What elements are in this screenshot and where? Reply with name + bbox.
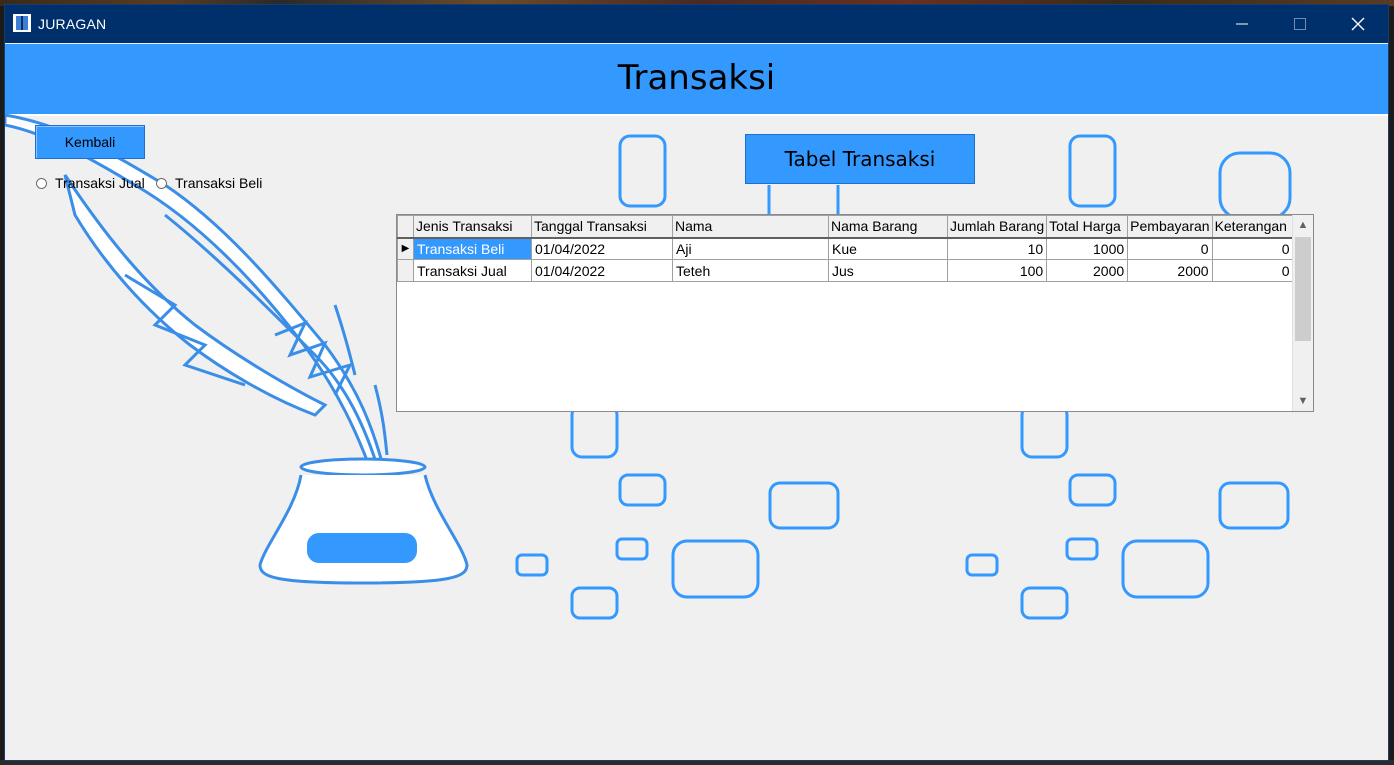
table-cell[interactable]: Kue — [828, 237, 948, 260]
column-header[interactable]: Nama Barang — [828, 215, 948, 239]
column-header[interactable]: Total Harga — [1046, 215, 1129, 239]
table-cell[interactable]: 2000 — [1127, 259, 1213, 282]
table-cell[interactable]: 01/04/2022 — [531, 237, 673, 260]
table-header-row: Jenis Transaksi Tanggal Transaksi Nama N… — [397, 215, 1294, 239]
table-cell[interactable]: Transaksi Beli — [413, 237, 532, 260]
column-header[interactable]: Tanggal Transaksi — [531, 215, 673, 239]
column-header[interactable]: Pembayaran — [1127, 215, 1213, 239]
table-cell[interactable]: 1000 — [1046, 237, 1129, 260]
table-cell[interactable]: 10 — [946, 237, 1048, 260]
transaction-data-grid[interactable]: Jenis Transaksi Tanggal Transaksi Nama N… — [396, 214, 1314, 412]
row-indicator — [397, 259, 414, 282]
column-header[interactable]: Jumlah Barang — [946, 215, 1048, 239]
radio-circle-icon[interactable] — [156, 177, 167, 189]
table-row[interactable]: Transaksi Jual 01/04/2022 Teteh Jus 100 … — [397, 259, 1294, 282]
vertical-scrollbar[interactable]: ▲ ▼ — [1292, 215, 1313, 411]
radio-label: Transaksi Beli — [175, 175, 263, 191]
scroll-down-icon[interactable]: ▼ — [1293, 391, 1313, 411]
radio-transaksi-jual[interactable]: Transaksi Jual — [36, 175, 145, 191]
radio-circle-icon[interactable] — [36, 177, 47, 189]
radio-label: Transaksi Jual — [55, 175, 145, 191]
back-button[interactable]: Kembali — [35, 125, 145, 159]
table-cell[interactable]: 100 — [946, 259, 1048, 282]
row-indicator-header — [397, 215, 414, 239]
column-header[interactable]: Keterangan — [1211, 215, 1294, 239]
table-cell[interactable]: 01/04/2022 — [531, 259, 673, 282]
table-cell[interactable]: 2000 — [1046, 259, 1129, 282]
table-cell[interactable]: 0 — [1127, 237, 1213, 260]
column-header[interactable]: Nama — [672, 215, 829, 239]
table-cell[interactable]: Jus — [828, 259, 948, 282]
transaction-table: Jenis Transaksi Tanggal Transaksi Nama N… — [397, 215, 1294, 282]
table-transaksi-button[interactable]: Tabel Transaksi — [745, 134, 975, 184]
radio-transaksi-beli[interactable]: Transaksi Beli — [156, 175, 262, 191]
table-cell[interactable]: 0 — [1211, 237, 1294, 260]
table-cell[interactable]: 0 — [1211, 259, 1294, 282]
scrollbar-thumb[interactable] — [1295, 237, 1311, 341]
current-row-marker-icon: ▶ — [397, 237, 414, 260]
table-cell[interactable]: Transaksi Jual — [413, 259, 532, 282]
app-window: JURAGAN Transaksi Kembali Transaksi Jual… — [4, 4, 1389, 761]
column-header[interactable]: Jenis Transaksi — [413, 215, 532, 239]
table-cell[interactable]: Aji — [672, 237, 829, 260]
table-cell[interactable]: Teteh — [672, 259, 829, 282]
table-row[interactable]: ▶ Transaksi Beli 01/04/2022 Aji Kue 10 1… — [397, 237, 1294, 260]
scroll-up-icon[interactable]: ▲ — [1293, 215, 1313, 235]
